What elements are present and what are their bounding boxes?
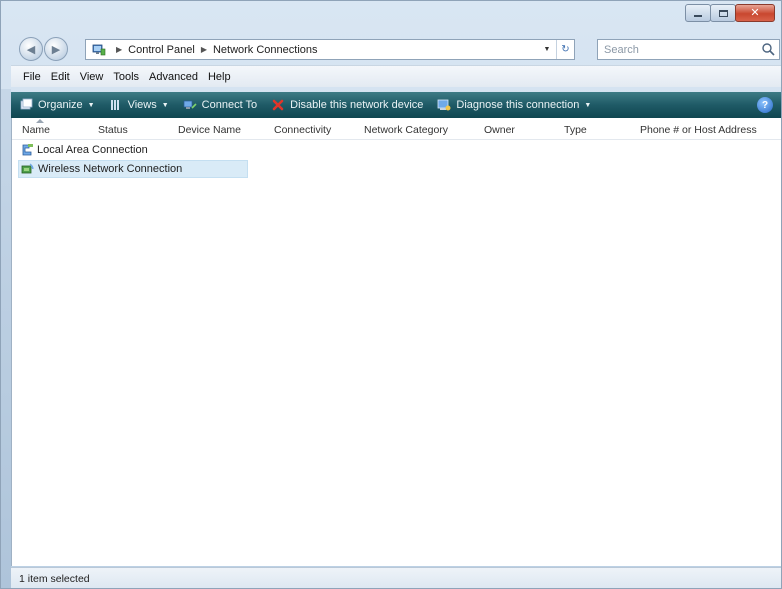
menu-bar: File Edit View Tools Advanced Help: [11, 65, 781, 87]
diagnose-label: Diagnose this connection: [456, 99, 580, 111]
views-button[interactable]: Views ▼: [109, 98, 169, 112]
forward-arrow-icon: ▶: [51, 43, 61, 56]
breadcrumb-separator-icon: ▶: [116, 45, 123, 54]
organize-icon: [20, 98, 33, 110]
chevron-down-icon: ▼: [543, 46, 551, 53]
search-input[interactable]: Search: [597, 39, 780, 60]
search-placeholder: Search: [604, 43, 639, 56]
connect-to-button[interactable]: Connect To: [183, 98, 257, 112]
column-header-device-name[interactable]: Device Name: [178, 124, 241, 136]
column-header-phone-host[interactable]: Phone # or Host Address: [640, 124, 757, 136]
forward-button[interactable]: ▶: [44, 37, 68, 61]
address-bar[interactable]: ▶ Control Panel ▶ Network Connections ▼ …: [85, 39, 575, 60]
menu-view[interactable]: View: [80, 71, 104, 83]
close-icon: ✕: [750, 6, 760, 19]
menu-file[interactable]: File: [23, 71, 41, 83]
column-headers: Name Status Device Name Connectivity Net…: [12, 118, 781, 140]
status-bar: 1 item selected: [11, 567, 781, 588]
breadcrumb-separator-icon: ▶: [200, 45, 207, 54]
menu-help[interactable]: Help: [208, 71, 231, 83]
back-button[interactable]: ◀: [19, 37, 43, 61]
maximize-icon: [718, 9, 728, 17]
minimize-icon: [694, 15, 702, 17]
connect-to-icon: [183, 100, 197, 109]
close-button[interactable]: ✕: [735, 4, 775, 22]
disable-device-button[interactable]: Disable this network device: [271, 98, 423, 112]
menu-tools[interactable]: Tools: [113, 71, 139, 83]
caption-buttons: ✕: [685, 4, 775, 22]
diagnose-icon: [438, 99, 451, 111]
help-icon[interactable]: ?: [757, 97, 773, 113]
breadcrumb-control-panel[interactable]: Control Panel: [128, 44, 195, 56]
column-header-status[interactable]: Status: [98, 124, 128, 136]
chevron-down-icon: ▼: [87, 101, 95, 109]
connection-list: Local Area Connection Wireless Network C…: [18, 142, 248, 180]
list-item-wireless-network-connection[interactable]: Wireless Network Connection: [18, 160, 248, 178]
address-dropdown-button[interactable]: ▼: [540, 40, 554, 59]
diagnose-button[interactable]: Diagnose this connection ▼: [437, 98, 591, 112]
address-row: ◀ ▶ ▶ Control Panel ▶ Network Connection…: [1, 34, 781, 62]
command-toolbar: Organize ▼ Views ▼ Connect To Disable th…: [11, 92, 781, 118]
organize-button[interactable]: Organize ▼: [19, 98, 95, 112]
title-bar[interactable]: ✕: [1, 1, 781, 31]
column-header-type[interactable]: Type: [564, 124, 587, 136]
status-text: 1 item selected: [19, 572, 90, 585]
column-header-name[interactable]: Name: [22, 119, 50, 136]
window-left-border: [1, 89, 11, 588]
lan-connection-icon: [22, 144, 33, 156]
list-item-label: Wireless Network Connection: [38, 163, 183, 175]
column-header-network-category[interactable]: Network Category: [364, 124, 448, 136]
connect-to-label: Connect To: [201, 99, 258, 111]
file-list-pane[interactable]: Name Status Device Name Connectivity Net…: [11, 118, 781, 566]
views-icon: [110, 100, 119, 110]
column-header-connectivity[interactable]: Connectivity: [274, 124, 331, 136]
control-panel-icon: [92, 44, 106, 55]
organize-label: Organize: [38, 99, 83, 111]
wireless-connection-icon: [21, 163, 34, 174]
chevron-down-icon: ▼: [584, 101, 592, 109]
disable-device-icon: [272, 99, 284, 111]
list-item-local-area-connection[interactable]: Local Area Connection: [18, 142, 248, 158]
refresh-icon: ↻: [561, 44, 570, 55]
maximize-button[interactable]: [710, 4, 736, 22]
refresh-button[interactable]: ↻: [556, 40, 574, 59]
views-label: Views: [127, 99, 157, 111]
minimize-button[interactable]: [685, 4, 711, 22]
list-item-label: Local Area Connection: [37, 144, 148, 156]
explorer-window: ✕ ◀ ▶ ▶ Control Panel ▶ Network Connecti…: [0, 0, 782, 589]
back-arrow-icon: ◀: [26, 43, 36, 56]
search-icon[interactable]: [761, 42, 775, 56]
chevron-down-icon: ▼: [161, 101, 169, 109]
menu-edit[interactable]: Edit: [51, 71, 70, 83]
menu-advanced[interactable]: Advanced: [149, 71, 198, 83]
column-header-owner[interactable]: Owner: [484, 124, 515, 136]
breadcrumb-network-connections[interactable]: Network Connections: [213, 44, 318, 56]
disable-device-label: Disable this network device: [290, 99, 424, 111]
